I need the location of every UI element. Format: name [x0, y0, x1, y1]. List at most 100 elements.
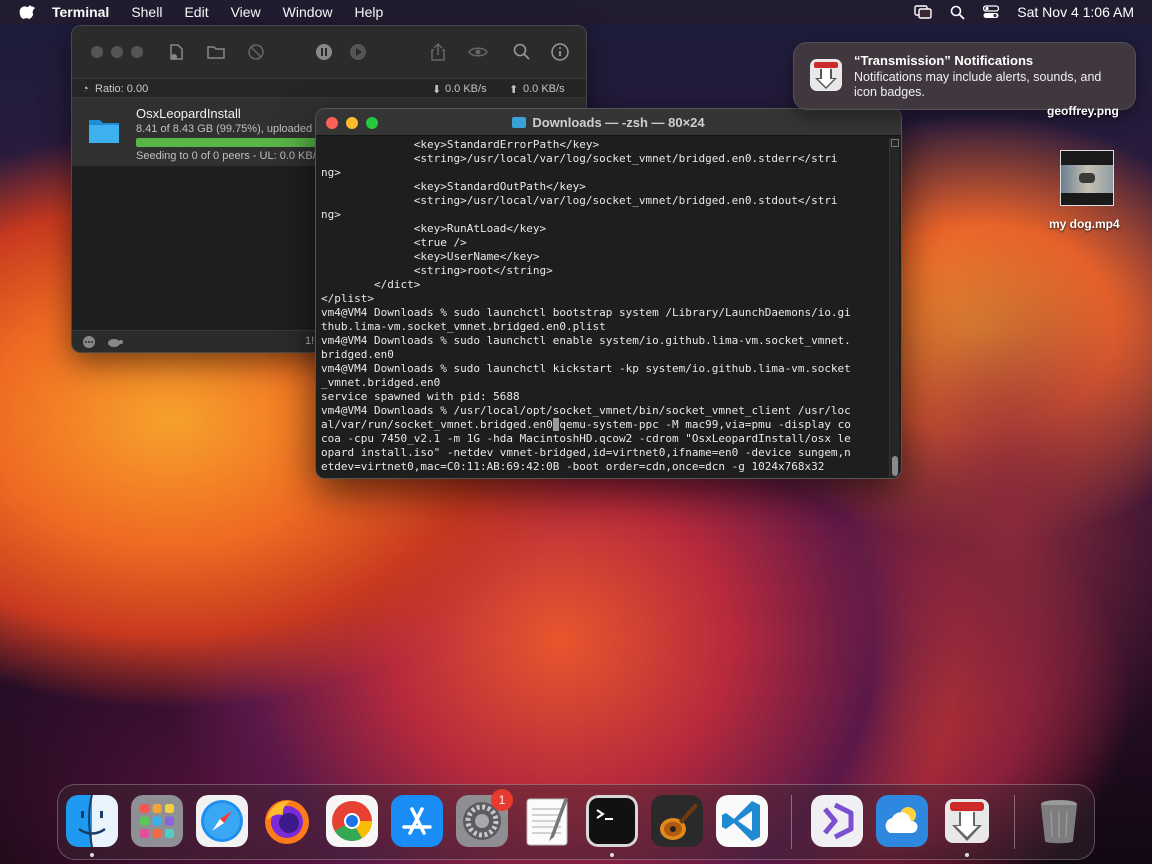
terminal-line: <key>UserName</key> — [321, 250, 540, 263]
transmission-icon[interactable] — [941, 795, 993, 847]
firefox-icon[interactable] — [261, 795, 313, 847]
remove-icon[interactable] — [246, 42, 266, 62]
terminal-icon[interactable] — [586, 795, 638, 847]
notification-body: Notifications may include alerts, sounds… — [854, 70, 1102, 99]
turtle-speed-limit-icon[interactable] — [104, 335, 124, 349]
search-icon[interactable] — [950, 5, 965, 20]
app-store-icon[interactable] — [391, 795, 443, 847]
desktop-file-geoffrey-png[interactable]: geoffrey.png — [1047, 104, 1119, 118]
action-menu-icon[interactable] — [82, 335, 96, 349]
terminal-line: thub.lima-vm.socket_vmnet.bridged.en0.pl… — [321, 320, 606, 333]
terminal-line: ng> — [321, 208, 341, 221]
download-speed: 0.0 KB/s — [445, 83, 487, 95]
torrent-seed-status: Seeding to 0 of 0 peers - UL: 0.0 KB/ — [136, 150, 316, 162]
close-button[interactable] — [91, 46, 103, 58]
terminal-running-dot — [610, 853, 614, 857]
menu-help[interactable]: Help — [354, 4, 383, 20]
terminal-line: <string>root</string> — [321, 264, 553, 277]
torrent-progress-fill — [136, 138, 336, 147]
terminal-line: bridged.en0 — [321, 348, 394, 361]
terminal-line: <key>StandardErrorPath</key> — [321, 138, 600, 151]
garageband-icon[interactable] — [651, 795, 703, 847]
upload-arrow-icon: ⬆ — [509, 84, 519, 96]
terminal-line: vm4@VM4 Downloads % /usr/local/opt/socke… — [321, 404, 851, 417]
trash-icon[interactable] — [1033, 795, 1085, 847]
minimize-button[interactable] — [111, 46, 123, 58]
torrent-name: OsxLeopardInstall — [136, 106, 241, 121]
weather-icon[interactable] — [876, 795, 928, 847]
control-center-icon[interactable] — [983, 5, 1000, 19]
folder-icon — [89, 120, 119, 143]
terminal-title: Downloads — -zsh — 80×24 — [316, 115, 901, 130]
notification-banner[interactable]: “Transmission” Notifications Notificatio… — [793, 42, 1136, 110]
finder-running-dot — [90, 853, 94, 857]
notification-title: “Transmission” Notifications — [854, 53, 1034, 68]
chrome-icon[interactable] — [326, 795, 378, 847]
terminal-line: service spawned with pid: 5688 — [321, 390, 520, 403]
menu-bar: Terminal Shell Edit View Window Help Sat… — [0, 0, 1152, 24]
terminal-line: </plist> — [321, 292, 374, 305]
terminal-line: _vmnet.bridged.en0 — [321, 376, 441, 389]
terminal-line: <key>RunAtLoad</key> — [321, 222, 547, 235]
terminal-line: opard install.iso" -netdev vmnet-bridged… — [321, 446, 851, 459]
dock-separator — [791, 795, 792, 849]
torrent-count: 1! — [305, 335, 315, 347]
textedit-icon[interactable] — [521, 795, 573, 847]
dock: 1 — [57, 784, 1095, 860]
terminal-title-text: Downloads — -zsh — 80×24 — [532, 115, 705, 130]
transmission-status-bar: ◔ Ratio: 0.00 ⬇ 0.0 KB/s ⬆ 0.0 KB/s — [72, 78, 586, 98]
safari-icon[interactable] — [196, 795, 248, 847]
filter-search-icon[interactable] — [512, 42, 532, 62]
torrent-info: 8.41 of 8.43 GB (99.75%), uploaded Z — [136, 123, 322, 135]
terminal-scrollbar[interactable] — [889, 138, 899, 478]
terminal-output[interactable]: <key>StandardErrorPath</key> <string>/us… — [321, 138, 887, 478]
terminal-line: etdev=virtnet0,mac=C0:11:AB:69:42:0B -bo… — [321, 460, 825, 473]
dock-separator — [1014, 795, 1015, 849]
terminal-line: <key>StandardOutPath</key> — [321, 180, 586, 193]
zoom-button[interactable] — [131, 46, 143, 58]
download-arrow-icon: ⬇ — [432, 84, 442, 96]
terminal-line: ng> — [321, 166, 341, 179]
terminal-line: coa -cpu 7450_v2.1 -m 1G -hda MacintoshH… — [321, 432, 851, 445]
terminal-line: vm4@VM4 Downloads % sudo launchctl boots… — [321, 306, 851, 319]
menubar-clock[interactable]: Sat Nov 4 1:06 AM — [1017, 4, 1134, 20]
terminal-line: </dict> — [321, 278, 421, 291]
menu-window[interactable]: Window — [283, 4, 333, 20]
info-icon[interactable] — [550, 42, 570, 62]
share-icon[interactable] — [428, 42, 448, 62]
ratio-icon: ◔ — [82, 83, 89, 95]
torrent-progress-bar — [136, 138, 336, 147]
launchpad-icon[interactable] — [131, 795, 183, 847]
ratio-label[interactable]: Ratio: 0.00 — [95, 83, 148, 95]
folder-icon[interactable] — [206, 42, 226, 62]
vscode-icon[interactable] — [716, 795, 768, 847]
transmission-running-dot — [965, 853, 969, 857]
scroll-split-button[interactable] — [891, 139, 899, 147]
transmission-app-icon — [810, 59, 842, 91]
upload-speed: 0.0 KB/s — [523, 83, 565, 95]
video-thumbnail[interactable] — [1060, 150, 1114, 206]
finder-icon[interactable] — [66, 795, 118, 847]
menu-shell[interactable]: Shell — [131, 4, 162, 20]
menu-app-name[interactable]: Terminal — [52, 4, 109, 20]
folder-icon — [512, 117, 527, 128]
menu-view[interactable]: View — [231, 4, 261, 20]
terminal-line: <true /> — [321, 236, 467, 249]
terminal-line: <string>/usr/local/var/log/socket_vmnet/… — [321, 194, 838, 207]
terminal-line: <string>/usr/local/var/log/socket_vmnet/… — [321, 152, 838, 165]
terminal-window: Downloads — -zsh — 80×24 <key>StandardEr… — [315, 108, 902, 479]
visual-studio-icon[interactable] — [811, 795, 863, 847]
desktop-file-my-dog-mp4[interactable]: my dog.mp4 — [1049, 217, 1120, 231]
pause-all-icon[interactable] — [314, 42, 334, 62]
terminal-titlebar[interactable]: Downloads — -zsh — 80×24 — [316, 109, 901, 136]
terminal-line: vm4@VM4 Downloads % sudo launchctl kicks… — [321, 362, 851, 375]
quick-look-icon[interactable] — [468, 42, 488, 62]
scrollbar-thumb[interactable] — [892, 456, 898, 476]
menu-edit[interactable]: Edit — [184, 4, 208, 20]
open-torrent-icon[interactable] — [166, 42, 186, 62]
settings-badge: 1 — [491, 789, 513, 811]
transmission-toolbar — [72, 26, 586, 78]
resume-all-icon[interactable] — [348, 42, 368, 62]
screen-mirroring-icon[interactable] — [914, 5, 932, 19]
apple-icon[interactable] — [18, 3, 38, 21]
